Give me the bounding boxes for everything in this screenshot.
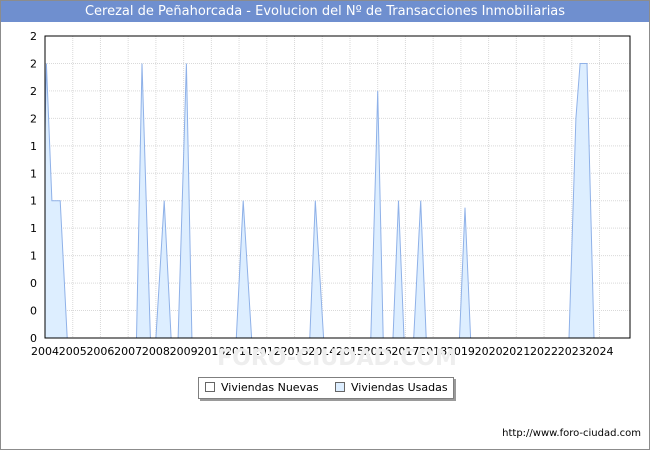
legend: Viviendas Nuevas Viviendas Usadas bbox=[198, 377, 454, 399]
x-tick-label: 2024 bbox=[586, 345, 614, 358]
plot-background bbox=[45, 36, 630, 338]
x-tick-label: 2022 bbox=[530, 345, 558, 358]
x-tick-label: 2004 bbox=[31, 345, 59, 358]
y-tick-label: 1 bbox=[30, 140, 37, 153]
legend-swatch-usadas bbox=[335, 382, 345, 392]
legend-item-usadas: Viviendas Usadas bbox=[335, 378, 448, 398]
y-tick-labels: 0 0 0 1 1 1 1 1 2 2 2 2 bbox=[30, 30, 37, 345]
x-tick-label: 2023 bbox=[558, 345, 586, 358]
x-tick-label: 2007 bbox=[114, 345, 142, 358]
source-link[interactable]: http://www.foro-ciudad.com bbox=[502, 428, 641, 439]
y-tick-label: 2 bbox=[30, 30, 37, 43]
y-tick-label: 0 bbox=[30, 332, 37, 345]
y-tick-label: 1 bbox=[30, 250, 37, 263]
y-tick-label: 1 bbox=[30, 167, 37, 180]
y-tick-label: 1 bbox=[30, 222, 37, 235]
y-tick-label: 2 bbox=[30, 85, 37, 98]
x-tick-label: 2021 bbox=[502, 345, 530, 358]
legend-label-usadas: Viviendas Usadas bbox=[351, 381, 448, 394]
legend-item-nuevas: Viviendas Nuevas bbox=[205, 378, 319, 398]
y-tick-label: 0 bbox=[30, 305, 37, 318]
x-tick-label: 2009 bbox=[170, 345, 198, 358]
x-tick-label: 2006 bbox=[86, 345, 114, 358]
y-tick-label: 2 bbox=[30, 57, 37, 70]
y-tick-label: 1 bbox=[30, 195, 37, 208]
grid-lines bbox=[44, 35, 630, 339]
y-tick-label: 0 bbox=[30, 277, 37, 290]
legend-swatch-nuevas bbox=[205, 382, 215, 392]
y-tick-label: 2 bbox=[30, 112, 37, 125]
legend-label-nuevas: Viviendas Nuevas bbox=[221, 381, 319, 394]
x-tick-label: 2020 bbox=[475, 345, 503, 358]
x-tick-label: 2008 bbox=[142, 345, 170, 358]
watermark: FORO-CIUDAD.COM bbox=[217, 346, 457, 371]
x-tick-label: 2005 bbox=[59, 345, 87, 358]
